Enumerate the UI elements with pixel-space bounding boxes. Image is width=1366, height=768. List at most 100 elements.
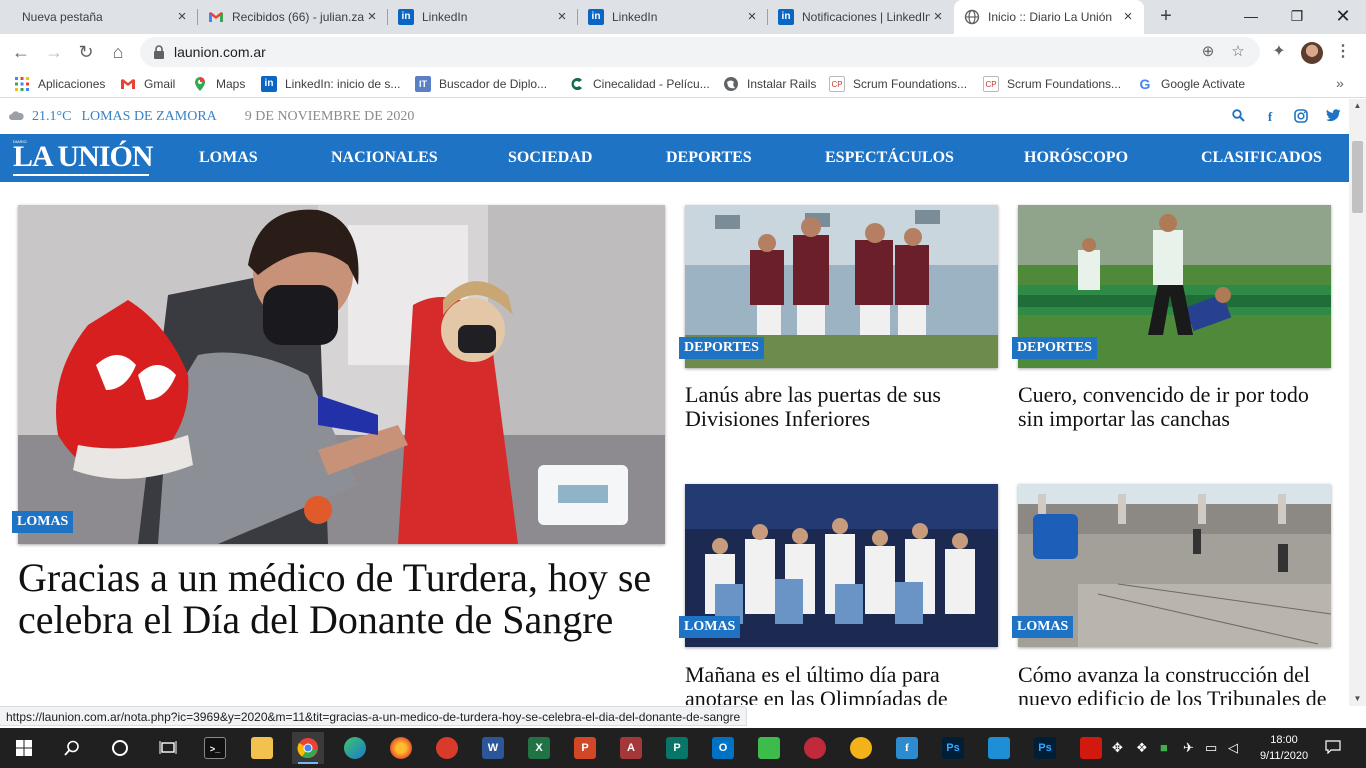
close-window-button[interactable]: ✕ (1320, 0, 1366, 32)
category-tag[interactable]: LOMAS (12, 511, 74, 533)
file-explorer-icon[interactable] (246, 732, 278, 764)
app-record-icon[interactable] (799, 732, 831, 764)
word-icon[interactable]: W (477, 732, 509, 764)
app-f-icon[interactable]: f (891, 732, 923, 764)
access-icon[interactable]: A (615, 732, 647, 764)
site-logo[interactable]: LA UNIÓN (13, 142, 154, 172)
star-bookmark-icon[interactable]: ☆ (1228, 42, 1248, 62)
close-icon[interactable]: × (174, 9, 190, 25)
minimize-button[interactable]: — (1228, 0, 1274, 32)
extensions-puzzle-icon[interactable]: ✦ (1268, 41, 1290, 63)
back-button[interactable]: ← (7, 38, 35, 66)
menu-kebab-icon[interactable]: ⋮ (1332, 41, 1354, 63)
cortana-icon[interactable] (104, 732, 136, 764)
reload-button[interactable]: ↻ (72, 38, 100, 66)
bookmark-aplicaciones[interactable]: Aplicaciones (14, 75, 105, 93)
close-icon[interactable]: × (1120, 9, 1136, 25)
bookmark-instalar-rails[interactable]: Instalar Rails (723, 75, 816, 93)
close-icon[interactable]: × (930, 9, 946, 25)
card-headline[interactable]: Lanús abre las puertas de sus Divisiones… (685, 383, 1001, 431)
app-green-icon[interactable] (753, 732, 785, 764)
dropbox-icon[interactable]: ❖ (1136, 740, 1148, 756)
category-tag[interactable]: DEPORTES (1012, 337, 1097, 359)
tab-gmail[interactable]: Recibidos (66) - julian.za × (198, 0, 388, 34)
terminal-icon[interactable]: >_ (199, 732, 231, 764)
tab-linkedin-1[interactable]: in LinkedIn × (388, 0, 578, 34)
dropbox-icon[interactable]: ✥ (1112, 740, 1123, 756)
bookmark-linkedin[interactable]: in LinkedIn: inicio de s... (261, 75, 400, 93)
bookmark-gmail[interactable]: Gmail (120, 75, 175, 93)
publisher-icon[interactable]: P (661, 732, 693, 764)
instagram-icon[interactable] (1293, 109, 1309, 125)
close-icon[interactable]: × (744, 9, 760, 25)
category-tag[interactable]: LOMAS (1012, 616, 1074, 638)
nav-nacionales[interactable]: NACIONALES (331, 134, 438, 182)
home-icon[interactable]: ⌂ (104, 38, 132, 66)
gmail-icon (120, 76, 136, 92)
page-scrollbar[interactable]: ▲ ▼ (1349, 99, 1366, 706)
nav-sociedad[interactable]: SOCIEDAD (508, 134, 592, 182)
acrobat-icon[interactable] (1075, 732, 1107, 764)
bookmark-buscador[interactable]: IT Buscador de Diplo... (415, 75, 547, 93)
maps-pin-icon (192, 76, 208, 92)
app-blue-icon[interactable] (983, 732, 1015, 764)
nav-espectaculos[interactable]: ESPECTÁCULOS (825, 134, 954, 182)
clock[interactable]: 18:00 9/11/2020 (1256, 732, 1312, 764)
tab-linkedin-notifications[interactable]: in Notificaciones | LinkedIn × (768, 0, 954, 34)
facebook-icon[interactable]: f (1262, 109, 1278, 125)
nav-lomas[interactable]: LOMAS (199, 134, 258, 182)
nav-deportes[interactable]: DEPORTES (666, 134, 752, 182)
card-headline[interactable]: Cómo avanza la construcción del nuevo ed… (1018, 663, 1334, 706)
bookmark-maps[interactable]: Maps (192, 75, 245, 93)
nav-horoscopo[interactable]: HORÓSCOPO (1024, 134, 1128, 182)
app-yellow-icon[interactable] (845, 732, 877, 764)
forward-button[interactable]: → (40, 38, 68, 66)
nav-clasificados[interactable]: CLASIFICADOS (1201, 134, 1322, 182)
chrome-icon[interactable] (292, 732, 324, 764)
twitter-icon[interactable] (1325, 109, 1341, 125)
bookmark-scrum-1[interactable]: CP Scrum Foundations... (829, 75, 967, 93)
search-icon[interactable] (56, 732, 88, 764)
tab-nueva-pestana[interactable]: Nueva pestaña × (8, 0, 198, 34)
photoshop-icon[interactable]: Ps (937, 732, 969, 764)
add-icon[interactable]: ⊕ (1198, 42, 1218, 62)
category-tag[interactable]: LOMAS (679, 616, 741, 638)
security-shield-icon[interactable]: ■ (1160, 740, 1168, 755)
address-bar[interactable]: launion.com.ar ⊕ ☆ (140, 37, 1260, 67)
app-red-icon[interactable] (431, 732, 463, 764)
wifi-icon[interactable]: ✈ (1183, 740, 1194, 756)
task-view-icon[interactable] (152, 732, 184, 764)
avatar[interactable] (1301, 42, 1323, 64)
hero-image[interactable] (18, 205, 665, 544)
card-headline[interactable]: Cuero, convencido de ir por todo sin imp… (1018, 383, 1334, 431)
hero-headline[interactable]: Gracias a un médico de Turdera, hoy se c… (18, 557, 668, 641)
outlook-icon[interactable]: O (707, 732, 739, 764)
battery-icon[interactable]: ▭ (1205, 740, 1217, 756)
maximize-button[interactable]: ❐ (1274, 0, 1320, 32)
bookmark-label: Aplicaciones (38, 77, 106, 91)
bookmark-cinecalidad[interactable]: Cinecalidad - Pelícu... (569, 75, 710, 93)
firefox-icon[interactable] (385, 732, 417, 764)
search-icon[interactable] (1230, 109, 1246, 125)
bookmarks-overflow-icon[interactable]: » (1336, 75, 1344, 91)
it-icon: IT (415, 76, 431, 92)
edge-icon[interactable] (339, 732, 371, 764)
category-tag[interactable]: DEPORTES (679, 337, 764, 359)
powerpoint-icon[interactable]: P (569, 732, 601, 764)
excel-icon[interactable]: X (523, 732, 555, 764)
new-tab-button[interactable]: + (1155, 5, 1177, 27)
bookmark-google-activate[interactable]: G Google Activate (1137, 75, 1246, 93)
close-icon[interactable]: × (364, 9, 380, 25)
tab-linkedin-2[interactable]: in LinkedIn × (578, 0, 768, 34)
scroll-thumb[interactable] (1352, 141, 1363, 213)
notifications-icon[interactable] (1325, 740, 1341, 757)
bookmark-scrum-2[interactable]: CP Scrum Foundations... (983, 75, 1121, 93)
volume-icon[interactable]: ◁ (1228, 740, 1238, 756)
windows-start-icon[interactable] (8, 732, 40, 764)
scroll-down-icon[interactable]: ▼ (1349, 692, 1366, 706)
scroll-up-icon[interactable]: ▲ (1349, 99, 1366, 113)
tab-diario-la-union[interactable]: Inicio :: Diario La Unión × (954, 0, 1144, 34)
photoshop-icon[interactable]: Ps (1029, 732, 1061, 764)
close-icon[interactable]: × (554, 9, 570, 25)
card-headline[interactable]: Mañana es el último día para anotarse en… (685, 663, 1001, 706)
